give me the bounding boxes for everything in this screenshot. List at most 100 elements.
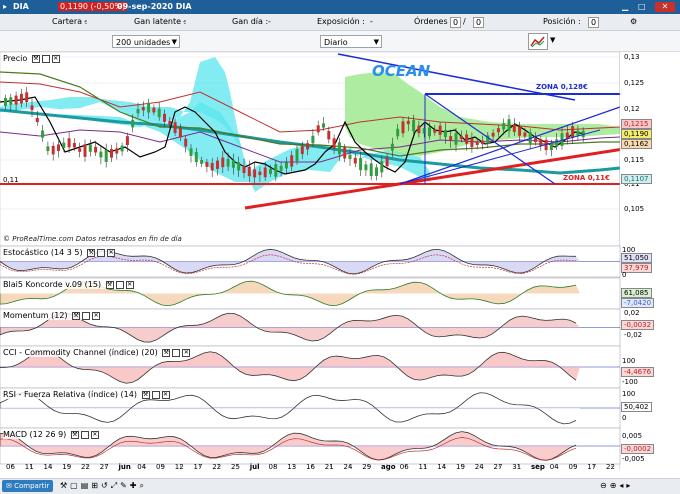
koncorde-panel-label: Blai5 Koncorde v.09 (15) ⚒ ✕: [3, 280, 134, 289]
macd-value: -0,0002: [621, 444, 655, 454]
candle-body: [263, 167, 267, 178]
exposicion-value: -: [370, 17, 373, 26]
candle-body: [67, 138, 71, 148]
ordenes-value[interactable]: 0: [450, 17, 462, 28]
x-tick-label: 14: [43, 463, 53, 471]
candle-body: [210, 163, 214, 171]
candle-body: [147, 102, 151, 113]
window-icon[interactable]: [97, 248, 106, 257]
chart-type-dropdown-icon[interactable]: ▼: [550, 36, 555, 44]
candle-body: [205, 161, 209, 167]
candle-body: [327, 131, 331, 140]
period-select[interactable]: Diario ▼: [320, 35, 382, 48]
zoom-controls[interactable]: ⊖⊕◂▸: [600, 481, 633, 490]
candle-body: [200, 160, 204, 164]
wrench-icon[interactable]: ⚒: [105, 280, 114, 289]
ordenes-separator: /: [463, 17, 466, 26]
candle-body: [496, 128, 500, 133]
candle-body: [571, 126, 575, 138]
close-icon[interactable]: ✕: [51, 54, 60, 63]
close-icon[interactable]: ✕: [125, 280, 134, 289]
candle-body: [46, 146, 50, 152]
stochastic-panel-label: Estocástico (14 3 5) ⚒ ✕: [3, 248, 116, 257]
close-icon[interactable]: ✕: [655, 2, 675, 12]
symbol-name: DIA: [13, 2, 29, 11]
window-icon[interactable]: [151, 390, 160, 399]
chart-type-icon[interactable]: [528, 33, 548, 50]
close-icon[interactable]: ✕: [182, 348, 191, 357]
price-value-box: 0,1162: [621, 139, 652, 149]
units-select[interactable]: 200 unidades ▼: [112, 35, 180, 48]
candle-body: [25, 92, 29, 103]
window-icon[interactable]: [41, 54, 50, 63]
x-tick-label: 04: [549, 463, 559, 471]
y-tick-label: 0,12: [624, 105, 640, 113]
candle-body: [104, 149, 108, 162]
x-tick-label: 19: [62, 463, 72, 471]
x-tick-label: 24: [343, 463, 353, 471]
rsi-panel-label: RSI - Fuerza Relativa (índice) (14) ⚒ ✕: [3, 390, 170, 399]
stochastic-value: 51,050: [621, 253, 652, 263]
koncorde-title: Blai5 Koncorde v.09 (15): [3, 280, 102, 289]
x-tick-label: 24: [474, 463, 484, 471]
wrench-icon[interactable]: ⚒: [141, 390, 150, 399]
candle-body: [332, 138, 336, 149]
candle-body: [168, 120, 172, 125]
close-icon[interactable]: ✕: [92, 311, 101, 320]
candle-body: [523, 132, 527, 137]
momentum-panel-label: Momentum (12) ⚒ ✕: [3, 311, 101, 320]
candle-body: [231, 159, 235, 168]
candle-body: [269, 168, 272, 174]
share-button[interactable]: ✉ Compartir: [2, 480, 54, 492]
close-icon[interactable]: ✕: [90, 430, 99, 439]
ordenes-count[interactable]: 0: [473, 17, 485, 28]
settings-icon[interactable]: ⚙: [630, 17, 637, 26]
candle-body: [396, 128, 400, 137]
close-icon[interactable]: ✕: [161, 390, 170, 399]
close-icon[interactable]: ✕: [107, 248, 116, 257]
ocean-annotation: OCEAN: [372, 62, 431, 80]
wrench-icon[interactable]: ⚒: [87, 248, 96, 257]
candle-body: [295, 149, 299, 162]
window-icon[interactable]: [115, 280, 124, 289]
x-axis-labels: 06 11 14 19 22 27 jun 04 09 12 17 22 25 jul 08 13 16 21 24…: [0, 463, 620, 475]
wrench-icon[interactable]: ⚒: [72, 311, 81, 320]
candle-body: [359, 157, 363, 171]
candle-body: [465, 134, 469, 144]
candle-body: [72, 143, 76, 148]
candle-body: [194, 151, 198, 163]
candle-body: [454, 133, 458, 145]
minimize-icon[interactable]: ▁: [622, 2, 628, 11]
x-tick-label: ago: [381, 463, 396, 471]
maximize-icon[interactable]: □: [638, 2, 646, 11]
candle-body: [491, 132, 495, 137]
x-tick-label: 17: [587, 463, 597, 471]
candle-body: [35, 117, 39, 123]
candle-body: [390, 143, 394, 151]
wrench-icon[interactable]: ⚒: [162, 348, 171, 357]
wrench-icon[interactable]: ⚒: [31, 54, 40, 63]
candle-body: [141, 107, 145, 111]
stochastic-tick: 0: [622, 271, 627, 279]
chart-area[interactable]: Precio ⚒ ✕ OCEAN ZONA 0,128€ ZONA 0,11€ 0…: [0, 51, 680, 470]
candle-body: [364, 164, 368, 171]
window-icon[interactable]: [172, 348, 181, 357]
bottom-bar: ✉ Compartir ⚒▢▤⊞↺⤢✎✚⌕ ⊖⊕◂▸: [0, 478, 680, 494]
candle-body: [226, 159, 230, 167]
left-level-marker: 0,11: [3, 176, 19, 184]
x-tick-label: 22: [81, 463, 90, 471]
wrench-icon[interactable]: ⚒: [70, 430, 79, 439]
candle-body: [9, 97, 13, 105]
chevron-down-icon: ▼: [373, 38, 379, 46]
y-tick-label: 0,125: [624, 79, 645, 87]
tool-icons[interactable]: ⚒▢▤⊞↺⤢✎✚⌕: [60, 481, 147, 491]
candle-body: [57, 144, 60, 151]
window-icon[interactable]: [80, 430, 89, 439]
share-label: Compartir: [14, 482, 50, 490]
window-icon[interactable]: [82, 311, 91, 320]
x-tick-label: 08: [268, 463, 278, 471]
chart-svg[interactable]: [0, 51, 680, 470]
candle-body: [136, 109, 140, 114]
candle-body: [131, 119, 135, 128]
posicion-value[interactable]: 0: [588, 17, 600, 28]
